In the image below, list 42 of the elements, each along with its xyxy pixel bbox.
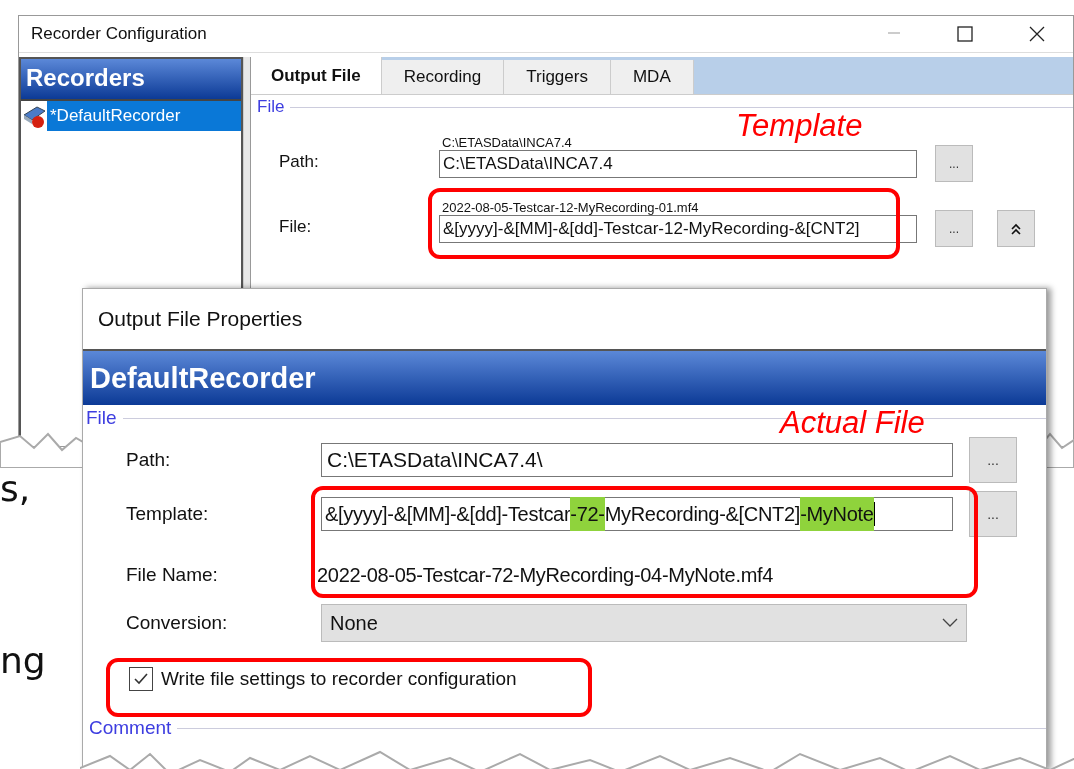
tab[interactable]: Recording (381, 60, 505, 94)
checkbox[interactable] (129, 667, 153, 691)
field-label: Conversion: (125, 612, 229, 634)
browse-button[interactable]: ... (935, 210, 973, 247)
browse-button[interactable]: ... (969, 491, 1017, 537)
panel-header: Recorders (21, 59, 241, 101)
annotation-label: Actual File (780, 405, 925, 441)
file-name-value: 2022-08-05-Testcar-72-MyRecording-04-MyNote.mf4 (317, 563, 774, 587)
check-icon (133, 672, 149, 686)
slide-text: s, (0, 468, 31, 509)
collapse-button[interactable] (997, 210, 1035, 247)
group-label: Comment (89, 717, 172, 739)
tab[interactable]: Triggers (504, 60, 611, 94)
window-title: Recorder Configuration (31, 24, 207, 44)
recorder-item[interactable]: *DefaultRecorder (47, 101, 241, 131)
browse-button[interactable]: ... (969, 437, 1017, 483)
annotation-label: Template (736, 108, 863, 144)
chevron-down-icon (942, 618, 958, 628)
group-label: File (257, 97, 285, 117)
field-label: File: (278, 217, 313, 238)
group-label: File (86, 407, 117, 429)
field-label: File Name: (125, 564, 219, 586)
field-label: Path: (125, 449, 172, 471)
maximize-icon (957, 26, 973, 42)
text-field[interactable]: C:\ETASData\INCA7.4 (439, 150, 917, 178)
conversion-dropdown[interactable]: None (321, 604, 967, 642)
dialog-header: DefaultRecorder (83, 349, 1046, 405)
browse-button[interactable]: ... (935, 145, 973, 182)
resolved-caption: C:\ETASData\INCA7.4 (441, 135, 573, 150)
checkbox-label: Write file settings to recorder configuration (161, 668, 517, 690)
double-chevron-up-icon (1011, 222, 1021, 235)
template-field[interactable]: &[yyyy]-&[MM]-&[dd]-Testcar-72-MyRecording-&[CNT2]-MyNote (321, 497, 953, 531)
text-field[interactable]: &[yyyy]-&[MM]-&[dd]-Testcar-12-MyRecording-&[CNT2] (439, 215, 917, 243)
tab[interactable]: Output File (251, 57, 382, 94)
field-label: Template: (125, 503, 210, 525)
resolved-caption: 2022-08-05-Testcar-12-MyRecording-01.mf4 (441, 200, 700, 215)
dialog-title: Output File Properties (98, 307, 303, 331)
tab[interactable]: MDA (610, 60, 694, 94)
slide-text: ng (0, 640, 46, 681)
path-field[interactable]: C:\ETASData\INCA7.4\ (321, 443, 953, 477)
close-icon (1029, 26, 1045, 42)
field-label: Path: (278, 152, 320, 173)
